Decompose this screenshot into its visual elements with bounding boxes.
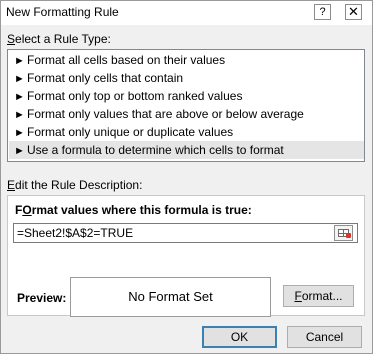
arrow-icon: ► bbox=[14, 109, 25, 121]
rule-item-label: Format only unique or duplicate values bbox=[27, 125, 234, 139]
format-button-accel: F bbox=[294, 289, 302, 303]
arrow-icon: ► bbox=[14, 91, 25, 103]
rule-item-all-cells[interactable]: ► Format all cells based on their values bbox=[9, 51, 364, 69]
rule-description-label: Edit the Rule Description: bbox=[7, 178, 142, 192]
rule-item-label: Format all cells based on their values bbox=[27, 53, 226, 67]
format-button[interactable]: Format... bbox=[283, 285, 354, 307]
formula-label-after: rmat values where this formula is true: bbox=[31, 203, 252, 217]
rule-item-cells-contain[interactable]: ► Format only cells that contain bbox=[9, 69, 364, 87]
title-bar: New Formatting Rule ? ✕ bbox=[1, 1, 372, 25]
collapse-dialog-button[interactable] bbox=[334, 225, 353, 241]
rule-item-label: Format only cells that contain bbox=[27, 71, 184, 85]
rule-description-label-text: dit the Rule Description: bbox=[15, 178, 143, 192]
rule-item-use-formula[interactable]: ► Use a formula to determine which cells … bbox=[9, 141, 364, 159]
formula-input[interactable]: =Sheet2!$A$2=TRUE bbox=[13, 223, 358, 243]
rule-type-label: Select a Rule Type: bbox=[7, 32, 111, 46]
rule-item-above-below-average[interactable]: ► Format only values that are above or be… bbox=[9, 105, 364, 123]
formula-label: FOrmat values where this formula is true… bbox=[15, 203, 252, 217]
arrow-icon: ► bbox=[14, 73, 25, 85]
format-preview: No Format Set bbox=[70, 277, 271, 317]
new-formatting-rule-dialog: New Formatting Rule ? ✕ Select a Rule Ty… bbox=[0, 0, 373, 354]
rule-type-list[interactable]: ► Format all cells based on their values … bbox=[7, 49, 365, 162]
rule-description-label-accel: E bbox=[7, 178, 16, 192]
arrow-icon: ► bbox=[14, 55, 25, 67]
rule-type-label-accel: S bbox=[7, 32, 16, 46]
cell-range-marker-icon bbox=[346, 233, 351, 238]
rule-type-label-text: elect a Rule Type: bbox=[15, 32, 111, 46]
preview-label: Preview: bbox=[17, 291, 67, 305]
rule-item-label: Format only top or bottom ranked values bbox=[27, 89, 243, 103]
format-button-label: ormat... bbox=[301, 289, 343, 303]
arrow-icon: ► bbox=[14, 127, 25, 139]
ok-button[interactable]: OK bbox=[202, 326, 277, 348]
rule-item-label: Format only values that are above or bel… bbox=[27, 107, 304, 121]
arrow-icon: ► bbox=[14, 145, 25, 157]
formula-label-accel: O bbox=[22, 203, 32, 217]
rule-item-top-bottom[interactable]: ► Format only top or bottom ranked values bbox=[9, 87, 364, 105]
dialog-title: New Formatting Rule bbox=[6, 5, 119, 19]
rule-item-label: Use a formula to determine which cells t… bbox=[27, 143, 284, 157]
help-button[interactable]: ? bbox=[314, 4, 331, 20]
rule-item-unique-duplicate[interactable]: ► Format only unique or duplicate values bbox=[9, 123, 364, 141]
close-button[interactable]: ✕ bbox=[345, 4, 362, 20]
cancel-button[interactable]: Cancel bbox=[287, 326, 362, 348]
